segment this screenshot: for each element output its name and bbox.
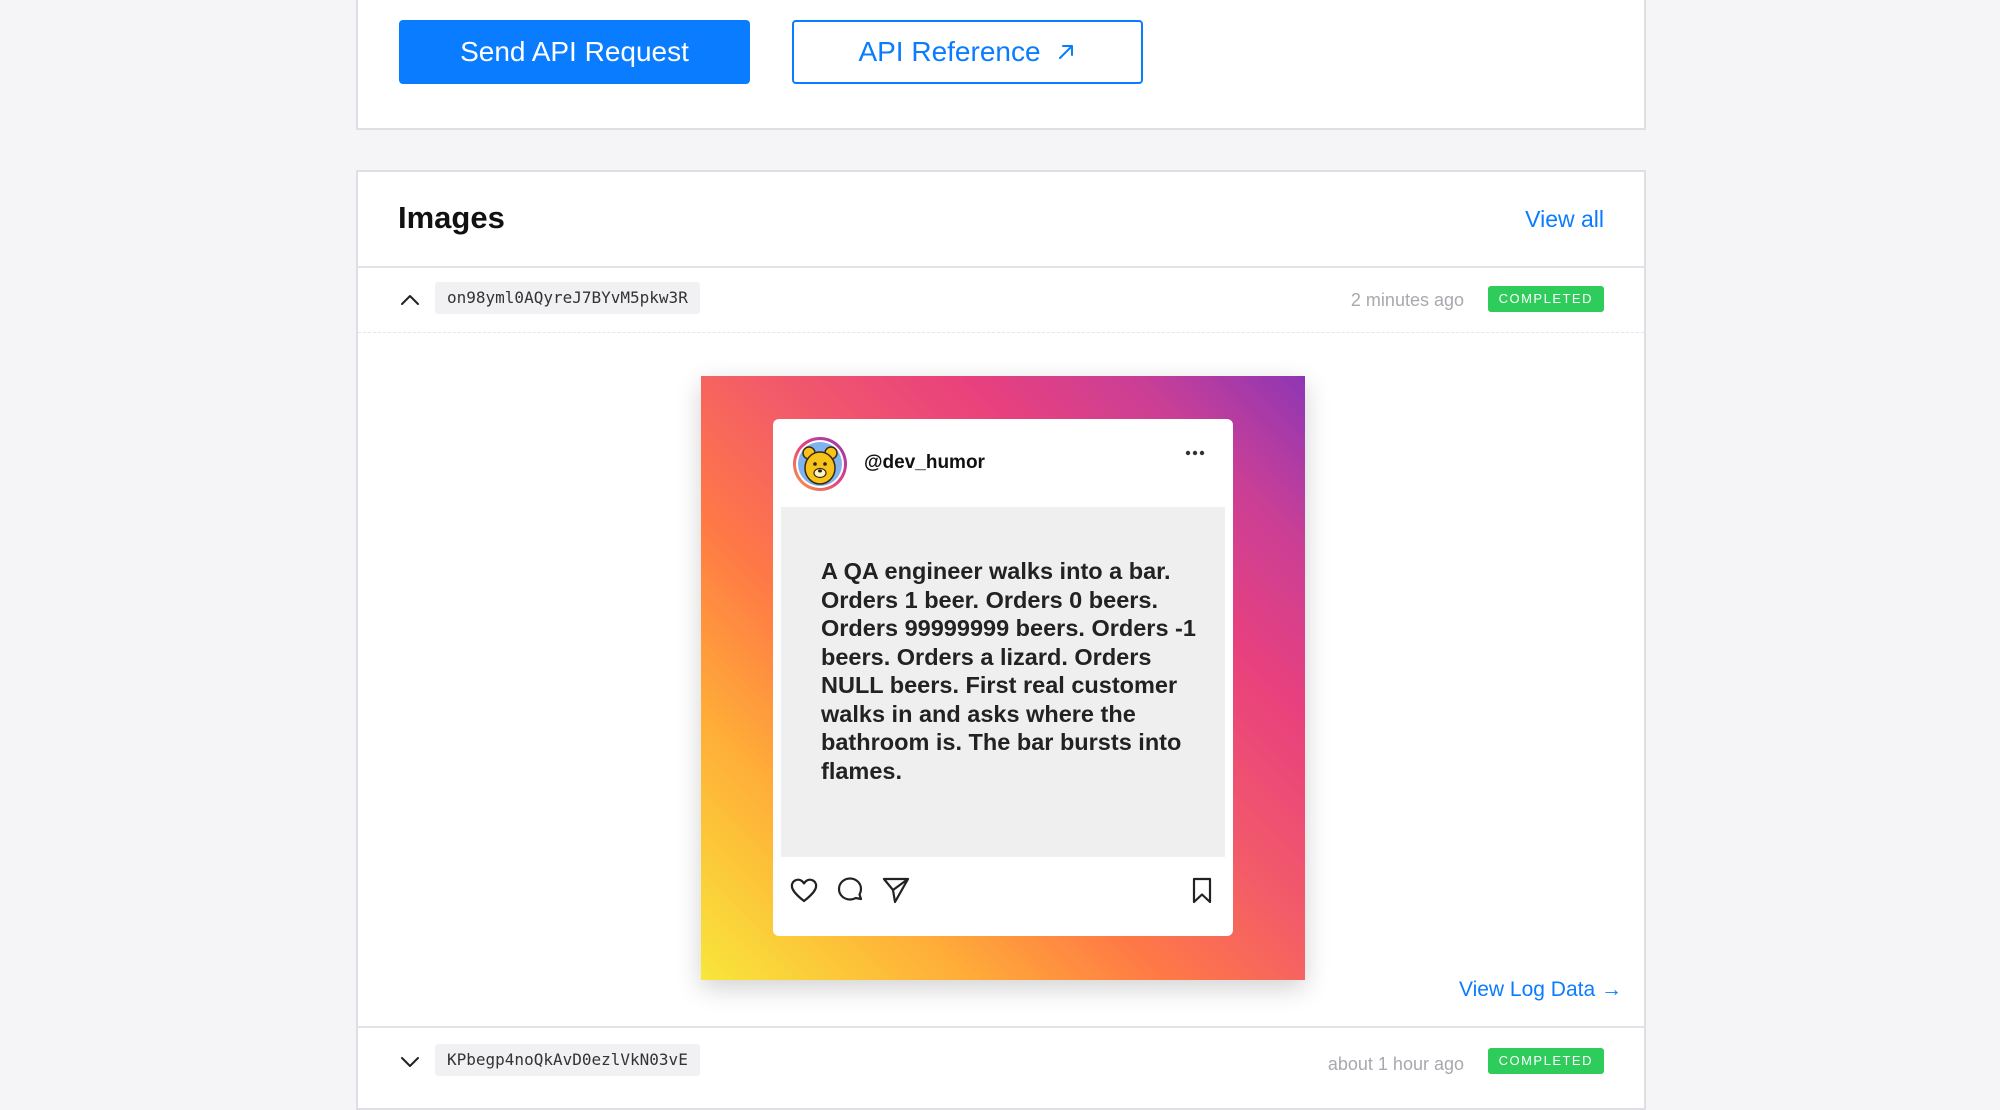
image-timestamp: about 1 hour ago — [1327, 1054, 1464, 1074]
bear-avatar-icon — [793, 437, 847, 491]
view-all-link[interactable]: View all — [1525, 206, 1604, 233]
send-api-request-button[interactable]: Send API Request — [399, 20, 750, 84]
images-title: Images — [398, 200, 505, 235]
image-id: on98yml0AQyreJ7BYvM5pkw3R — [435, 282, 700, 314]
post-username: @dev_humor — [864, 452, 985, 473]
images-card: Images View all on98yml0AQyreJ7BYvM5pkw3… — [356, 170, 1646, 1110]
api-reference-button[interactable]: API Reference — [792, 20, 1143, 84]
bookmark-icon — [1192, 877, 1212, 904]
social-post-card: @dev_humor A QA engineer walks into a ba… — [773, 419, 1233, 936]
comment-icon — [837, 877, 863, 901]
post-actions — [789, 875, 1217, 907]
heart-icon — [790, 878, 818, 903]
send-api-request-label: Send API Request — [460, 36, 689, 67]
status-badge: COMPLETED — [1487, 1048, 1604, 1074]
post-text: A QA engineer walks into a bar. Orders 1… — [821, 558, 1196, 784]
chevron-down-icon[interactable] — [398, 1050, 422, 1074]
view-log-data-link[interactable]: View Log Data → — [1459, 978, 1622, 1002]
image-timestamp: 2 minutes ago — [1350, 290, 1464, 310]
image-row[interactable]: on98yml0AQyreJ7BYvM5pkw3R 2 minutes ago … — [358, 268, 1644, 333]
external-link-icon — [1058, 45, 1073, 59]
api-reference-label: API Reference — [858, 36, 1041, 67]
more-icon — [1185, 450, 1205, 456]
status-badge: COMPLETED — [1487, 286, 1604, 312]
images-header: Images View all — [358, 172, 1644, 268]
image-row[interactable]: KPbegp4noQkAvD0ezlVkN03vE about 1 hour a… — [358, 1026, 1644, 1092]
post-content: A QA engineer walks into a bar. Orders 1… — [781, 507, 1225, 857]
generated-image: @dev_humor A QA engineer walks into a ba… — [701, 376, 1305, 980]
image-id: KPbegp4noQkAvD0ezlVkN03vE — [435, 1044, 700, 1076]
chevron-up-icon[interactable] — [398, 288, 422, 312]
send-icon — [882, 877, 910, 904]
request-actions-card: Send API Request API Reference — [356, 0, 1646, 130]
